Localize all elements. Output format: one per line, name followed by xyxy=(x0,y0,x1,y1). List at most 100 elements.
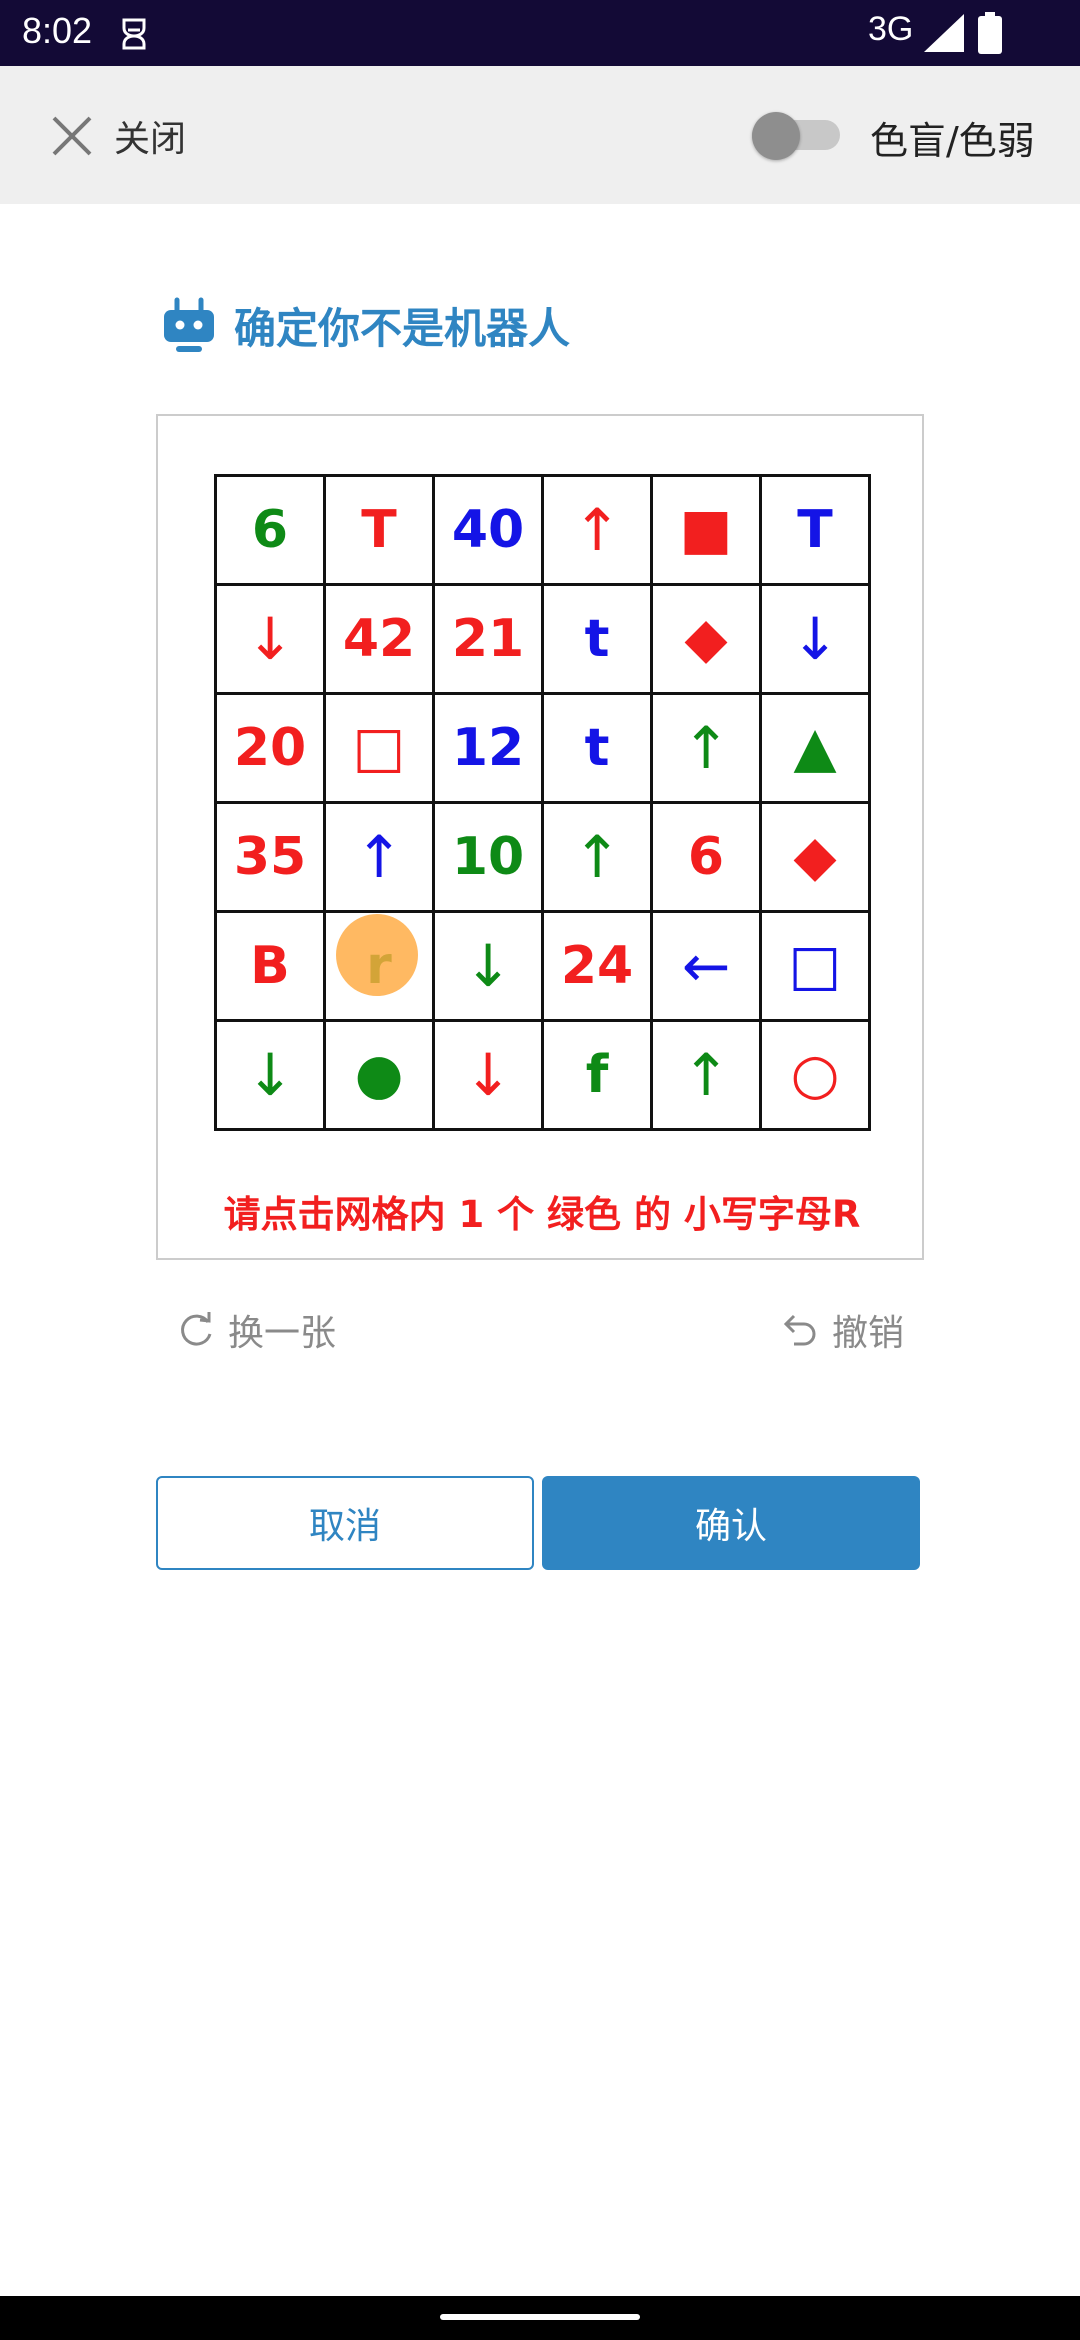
captcha-cell-glyph: ↓ xyxy=(463,932,513,1000)
captcha-cell-glyph: ↓ xyxy=(245,605,295,673)
home-indicator[interactable] xyxy=(440,2314,640,2320)
colorblind-toggle[interactable] xyxy=(752,112,840,160)
captcha-cell-glyph: T xyxy=(361,500,397,560)
captcha-panel: 6 T 40 ↑ ■ T ↓ 42 21 t ◆ ↓ 20 □ 12 t ↑ ▲ 35 ↑ 10 ↑ 6 ◆ Br ↓ 24 ← □ ↓ ●… xyxy=(156,414,924,1260)
refresh-icon xyxy=(181,1312,212,1346)
captcha-cell-glyph: ↓ xyxy=(463,1041,513,1109)
undo-icon xyxy=(783,1314,816,1346)
captcha-cell[interactable]: ↑ xyxy=(544,477,653,586)
navigation-bar xyxy=(0,2296,1080,2340)
captcha-cell-glyph: □ xyxy=(352,715,406,780)
captcha-cell-glyph: ↓ xyxy=(245,1041,295,1109)
captcha-cell[interactable]: ● xyxy=(326,1022,435,1131)
captcha-cell[interactable]: ↓ xyxy=(217,1022,326,1131)
captcha-cell[interactable]: T xyxy=(326,477,435,586)
captcha-cell[interactable]: 21 xyxy=(435,586,544,695)
captcha-cell[interactable]: ↓ xyxy=(435,913,544,1022)
captcha-cell[interactable]: r xyxy=(326,913,435,1022)
captcha-instruction: 请点击网格内 1 个 绿色 的 小写字母R xyxy=(223,1193,861,1236)
battery-icon xyxy=(978,12,1002,54)
cancel-button[interactable]: 取消 xyxy=(156,1476,534,1570)
captcha-title: 确定你不是机器人 xyxy=(160,290,570,360)
captcha-cell-glyph: ◆ xyxy=(793,824,837,889)
confirm-button[interactable]: 确认 xyxy=(542,1476,920,1570)
captcha-cell[interactable]: ▲ xyxy=(762,695,871,804)
captcha-cell[interactable]: T xyxy=(762,477,871,586)
captcha-cell-glyph: 40 xyxy=(451,500,525,560)
captcha-cell[interactable]: ↑ xyxy=(653,695,762,804)
captcha-cell-glyph: ↑ xyxy=(681,714,731,782)
captcha-cell[interactable]: ↑ xyxy=(653,1022,762,1131)
undo-label: 撤销 xyxy=(832,1313,905,1354)
captcha-cell[interactable]: f xyxy=(544,1022,653,1131)
close-button[interactable]: 关闭 xyxy=(50,106,186,166)
captcha-cell-glyph: 24 xyxy=(560,936,634,996)
captcha-grid: 6 T 40 ↑ ■ T ↓ 42 21 t ◆ ↓ 20 □ 12 t ↑ ▲ 35 ↑ 10 ↑ 6 ◆ Br ↓ 24 ← □ ↓ ●… xyxy=(214,474,871,1131)
captcha-cell-glyph: 6 xyxy=(687,827,725,887)
captcha-cell[interactable]: t xyxy=(544,695,653,804)
network-type: 3G xyxy=(868,10,914,48)
captcha-cell[interactable]: 6 xyxy=(217,477,326,586)
refresh-label: 换一张 xyxy=(228,1313,337,1354)
close-icon xyxy=(52,116,92,156)
captcha-cell-glyph: t xyxy=(584,718,610,778)
captcha-cell[interactable]: 24 xyxy=(544,913,653,1022)
captcha-cell-glyph: r xyxy=(366,936,392,996)
colorblind-label: 色盲/色弱 xyxy=(870,119,1035,163)
notification-icon xyxy=(122,18,146,50)
captcha-cell-glyph: f xyxy=(585,1045,609,1105)
captcha-cell-glyph: ↑ xyxy=(572,823,622,891)
captcha-cell[interactable]: 42 xyxy=(326,586,435,695)
status-time: 8:02 xyxy=(22,10,93,51)
captcha-cell-glyph: 42 xyxy=(342,609,416,669)
captcha-cell-glyph: 21 xyxy=(451,609,525,669)
captcha-cell-glyph: 6 xyxy=(251,500,289,560)
captcha-cell-glyph: ↑ xyxy=(572,496,622,564)
captcha-cell[interactable]: ■ xyxy=(653,477,762,586)
captcha-cell[interactable]: ↓ xyxy=(217,586,326,695)
signal-icon xyxy=(924,14,964,52)
captcha-cell-glyph: 10 xyxy=(451,827,525,887)
robot-icon xyxy=(164,297,214,352)
captcha-cell[interactable]: 40 xyxy=(435,477,544,586)
captcha-cell[interactable]: 20 xyxy=(217,695,326,804)
captcha-cell-glyph: 20 xyxy=(233,718,307,778)
captcha-cell-glyph: ↓ xyxy=(790,605,840,673)
captcha-cell[interactable]: ◆ xyxy=(653,586,762,695)
captcha-cell[interactable]: 10 xyxy=(435,804,544,913)
captcha-cell[interactable]: ↑ xyxy=(326,804,435,913)
refresh-button[interactable]: 换一张 xyxy=(176,1300,336,1360)
captcha-cell[interactable]: ◆ xyxy=(762,804,871,913)
captcha-cell[interactable]: ↓ xyxy=(435,1022,544,1131)
captcha-cell-glyph: 35 xyxy=(233,827,307,887)
captcha-cell-glyph: □ xyxy=(788,933,842,998)
captcha-cell-glyph: T xyxy=(797,500,833,560)
toggle-knob xyxy=(752,112,800,160)
top-bar: 关闭 色盲/色弱 xyxy=(0,66,1080,204)
captcha-cell[interactable]: ↑ xyxy=(544,804,653,913)
undo-button[interactable]: 撤销 xyxy=(780,1300,904,1360)
captcha-cell[interactable]: ↓ xyxy=(762,586,871,695)
captcha-cell-glyph: B xyxy=(250,936,290,996)
captcha-cell[interactable]: 6 xyxy=(653,804,762,913)
captcha-cell-glyph: ↑ xyxy=(681,1041,731,1109)
captcha-cell-glyph: ↑ xyxy=(354,823,404,891)
captcha-cell-glyph: ← xyxy=(681,932,731,1000)
captcha-cell-glyph: ▲ xyxy=(793,715,837,780)
close-label: 关闭 xyxy=(114,119,187,160)
captcha-cell-glyph: ◆ xyxy=(684,606,728,671)
captcha-cell[interactable]: ○ xyxy=(762,1022,871,1131)
captcha-cell-glyph: ● xyxy=(354,1042,404,1107)
captcha-cell[interactable]: B xyxy=(217,913,326,1022)
page-title: 确定你不是机器人 xyxy=(234,303,571,353)
captcha-cell[interactable]: 35 xyxy=(217,804,326,913)
captcha-cell-glyph: 12 xyxy=(451,718,525,778)
captcha-cell[interactable]: 12 xyxy=(435,695,544,804)
captcha-cell[interactable]: t xyxy=(544,586,653,695)
captcha-cell-glyph: ■ xyxy=(679,497,733,562)
captcha-cell[interactable]: ← xyxy=(653,913,762,1022)
captcha-cell[interactable]: □ xyxy=(762,913,871,1022)
captcha-cell-glyph: t xyxy=(584,609,610,669)
captcha-cell-glyph: ○ xyxy=(790,1042,840,1107)
captcha-cell[interactable]: □ xyxy=(326,695,435,804)
